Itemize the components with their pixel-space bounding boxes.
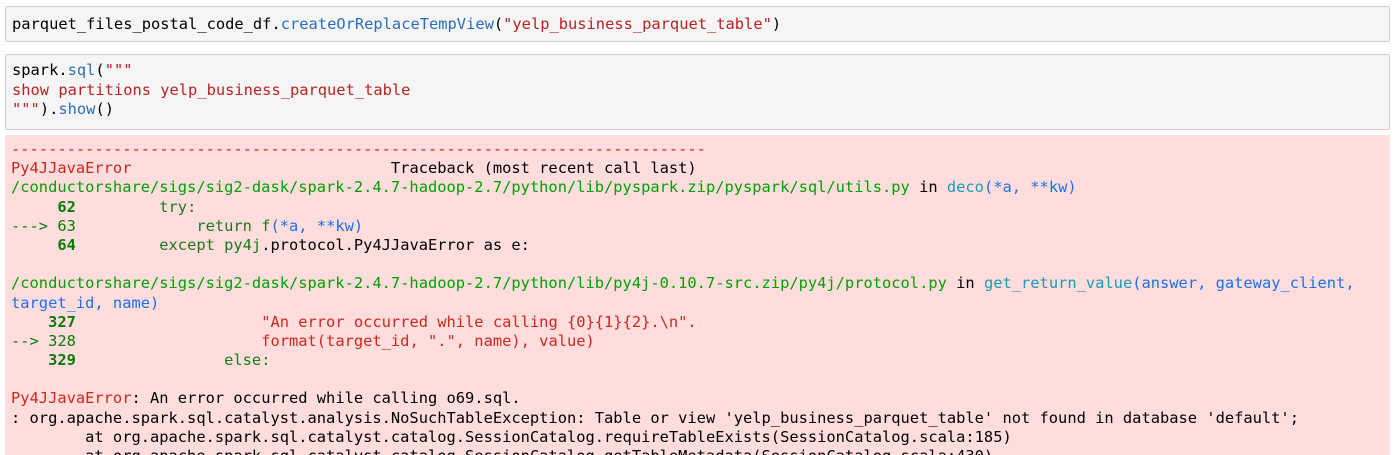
source-line: 327 "An error occurred while calling {0}… (11, 313, 1384, 332)
code-variable: spark. (12, 61, 68, 79)
current-line-arrow: ---> 63 (11, 216, 76, 235)
source-line: 329 else: (11, 351, 1384, 370)
code-cell-create-view[interactable]: parquet_files_postal_code_df.createOrRep… (5, 6, 1390, 42)
source-code: .protocol.Py4JJavaError as e: (261, 235, 530, 254)
frame-in: in (909, 178, 947, 197)
error-output: ----------------------------------------… (5, 135, 1390, 455)
code-method: show (58, 100, 96, 118)
source-line: 64 except py4j.protocol.Py4JJavaError as… (11, 236, 1384, 255)
code-string: show partitions yelp_business_parquet_ta… (12, 80, 411, 99)
traceback-separator: ----------------------------------------… (11, 140, 706, 158)
traceback-header: Py4JJavaError Traceback (most recent cal… (11, 159, 1384, 178)
frame-path: /conductorshare/sigs/sig2-dask/spark-2.4… (11, 274, 947, 293)
code-string: "yelp_business_parquet_table" (503, 15, 772, 33)
traceback-title: Traceback (most recent call last) (131, 159, 697, 178)
source-code: (*a, **kw) (270, 216, 364, 235)
frame-in: in (946, 274, 984, 293)
source-line: 62 try: (11, 198, 1384, 217)
code-paren: ( (95, 61, 105, 79)
code-paren: ). (39, 100, 59, 118)
line-number: 62 (11, 197, 76, 216)
frame-args: (*a, **kw) (983, 178, 1077, 197)
current-line-arrow: --> 328 (11, 331, 76, 350)
code-paren: ) (771, 15, 782, 33)
code-method: createOrReplaceTempView (280, 15, 494, 33)
line-number: 327 (11, 312, 76, 331)
code-line: """).show() (12, 100, 1383, 120)
code-cell-spark-sql[interactable]: spark.sql(""" show partitions yelp_busin… (5, 54, 1390, 130)
source-line-current: --> 328 format(target_id, ".", name), va… (11, 332, 1384, 351)
source-code: format(target_id, ".", name), value) (75, 331, 595, 350)
code-string: """ (104, 61, 133, 79)
frame-function: deco (946, 178, 984, 197)
exception-line: : org.apache.spark.sql.catalyst.analysis… (11, 408, 1299, 427)
code-line: show partitions yelp_business_parquet_ta… (12, 81, 1383, 101)
frame-args-continued: target_id, name) (11, 293, 160, 312)
stack-frame-line: at org.apache.spark.sql.catalyst.catalog… (11, 427, 1012, 446)
code-dot: . (271, 15, 281, 33)
source-line-current: ---> 63 return f(*a, **kw) (11, 217, 1384, 236)
error-name: Py4JJavaError (11, 159, 132, 178)
stack-frame-line: at org.apache.spark.sql.catalyst.catalog… (11, 447, 1384, 455)
code-paren: ( (493, 15, 504, 33)
error-message: : An error occurred while calling o69.sq… (131, 389, 521, 408)
code-line: parquet_files_postal_code_df.createOrRep… (12, 15, 1383, 35)
line-number: 64 (11, 235, 76, 254)
frame-args: (answer, gateway_client, (1132, 274, 1355, 293)
line-number: 329 (11, 351, 76, 370)
source-code: "An error occurred while calling {0}{1}{… (75, 312, 697, 331)
code-paren: () (95, 100, 114, 118)
source-code: return f (75, 216, 271, 235)
source-code: else: (75, 351, 271, 370)
code-method: sql (67, 61, 96, 79)
frame-path: /conductorshare/sigs/sig2-dask/spark-2.4… (11, 178, 910, 197)
frame-function: get_return_value (983, 274, 1133, 293)
code-string: """ (12, 100, 40, 118)
frame-header: /conductorshare/sigs/sig2-dask/spark-2.4… (11, 178, 1384, 197)
code-line: spark.sql(""" (12, 61, 1383, 81)
source-code: try: (75, 197, 197, 216)
source-code: except py4j (75, 235, 262, 254)
error-summary: Py4JJavaError: An error occurred while c… (11, 389, 1384, 408)
code-variable: parquet_files_postal_code_df (12, 15, 272, 33)
frame-header: /conductorshare/sigs/sig2-dask/spark-2.4… (11, 274, 1384, 293)
error-name: Py4JJavaError (11, 389, 132, 408)
